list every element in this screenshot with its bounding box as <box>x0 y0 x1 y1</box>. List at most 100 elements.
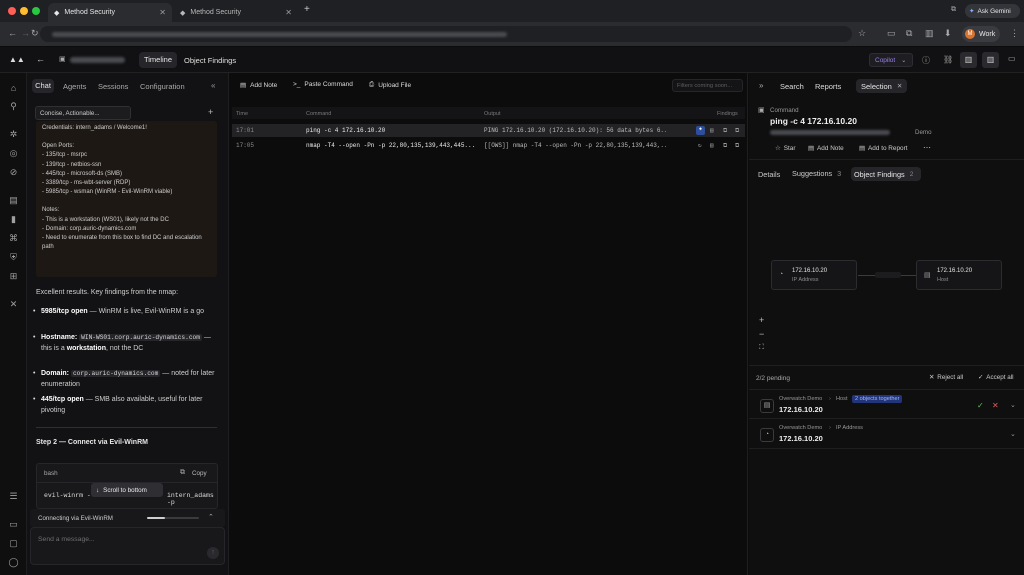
table-row[interactable]: 17:01 ping -c 4 172.16.10.20 PING 172.16… <box>232 124 745 137</box>
reload-icon[interactable]: ↻ <box>31 28 39 39</box>
graph-node-ip[interactable]: ◔ 172.16.10.20 IP Address <box>771 260 857 290</box>
collapse-icon[interactable]: « <box>211 81 215 90</box>
sidepanel-icon[interactable]: ▥ <box>925 28 934 39</box>
tab-sessions[interactable]: Sessions <box>98 82 128 91</box>
paste-command-button[interactable]: >_ Paste Command <box>293 81 353 88</box>
expand-icon[interactable]: » <box>759 81 763 90</box>
add-note-button[interactable]: ▤ Add Note <box>808 144 844 153</box>
tab-agents[interactable]: Agents <box>63 82 86 91</box>
document-icon[interactable]: ▤ <box>0 195 27 206</box>
shield-icon[interactable]: ⛨ <box>0 252 27 263</box>
address-bar[interactable]: ☆ <box>40 26 866 42</box>
chevron-down-icon[interactable]: ⌄ <box>1010 430 1016 438</box>
add-note-button[interactable]: ▤ Add Note <box>240 81 277 90</box>
copilot-select[interactable]: Copilot ⌄ <box>869 53 913 67</box>
cast-icon[interactable]: ▭ <box>887 28 896 39</box>
fit-view-icon[interactable]: ⛶ <box>759 344 764 352</box>
kebab-menu-icon[interactable]: ⋮ <box>1010 28 1019 39</box>
copy-icon[interactable]: ⧉ <box>723 127 727 135</box>
tools-icon[interactable]: ✕ <box>0 299 27 310</box>
tab-object-findings[interactable]: Object Findings 2 <box>851 167 921 181</box>
close-window-button[interactable] <box>8 7 16 15</box>
finding-badge-icon[interactable]: ◈ <box>696 126 705 135</box>
new-tab-button[interactable]: + <box>304 4 310 15</box>
message-input[interactable]: Send a message... <box>38 536 95 543</box>
star-bookmark-icon[interactable]: ☆ <box>858 28 866 39</box>
download-icon[interactable]: ⬇ <box>944 28 952 39</box>
chevron-down-icon[interactable]: ⌄ <box>1010 401 1016 409</box>
link-icon[interactable]: ⛓ <box>943 55 953 64</box>
target-icon[interactable]: ◎ <box>0 148 27 159</box>
add-to-report-button[interactable]: ▤ Add to Report <box>859 144 907 153</box>
pending-finding[interactable]: ▤ Overwatch Demo › Host 2 objects togeth… <box>749 389 1024 419</box>
back-icon[interactable]: ← <box>8 28 17 38</box>
building-icon[interactable]: ⌘ <box>0 233 27 244</box>
chart-icon[interactable]: ▮ <box>0 214 27 225</box>
note-icon[interactable]: ▤ <box>710 142 714 149</box>
reject-icon[interactable]: ✕ <box>992 401 999 410</box>
upload-file-button[interactable]: ⎙ Upload File <box>369 81 411 89</box>
tab-configuration[interactable]: Configuration <box>140 82 185 91</box>
tab-reports[interactable]: Reports <box>815 82 841 91</box>
tab-suggestions[interactable]: Suggestions 3 <box>792 169 841 178</box>
tab-selection[interactable]: Selection ✕ <box>856 79 907 93</box>
copy-icon[interactable]: ⧉ <box>723 142 727 150</box>
timeline-tab[interactable]: Timeline <box>139 52 177 68</box>
filters-input[interactable]: Filters coming soon... <box>672 79 743 92</box>
copy-icon[interactable]: ⧉ <box>180 469 185 477</box>
refresh-icon[interactable]: ↻ <box>698 142 702 149</box>
card-line: - 3389/tcp - ms-wbt-server (RDP) <box>42 180 131 187</box>
accept-icon[interactable]: ✓ <box>977 401 984 410</box>
chat-icon[interactable]: ▢ <box>0 538 27 549</box>
tab-search[interactable]: Search <box>780 82 804 91</box>
copy-button[interactable]: Copy <box>192 470 207 477</box>
object-findings-tab[interactable]: Object Findings <box>184 56 236 65</box>
star-button[interactable]: ☆ Star <box>775 144 795 153</box>
chevron-up-icon[interactable]: ⌃ <box>208 513 214 521</box>
close-tab-icon[interactable]: ✕ <box>159 8 166 17</box>
minimize-window-button[interactable] <box>20 7 28 15</box>
zoom-in-icon[interactable]: + <box>759 315 764 325</box>
send-icon[interactable]: ↑ <box>207 547 219 559</box>
tab-details[interactable]: Details <box>758 170 780 179</box>
browser-tab-1[interactable]: ◆ Method Security ✕ <box>48 3 172 22</box>
pending-finding[interactable]: ◔ Overwatch Demo › IP Address 172.16.10.… <box>749 419 1024 449</box>
extensions-icon[interactable]: ⧉ <box>951 6 956 14</box>
sliders-icon[interactable]: ☰ <box>0 491 27 502</box>
close-icon[interactable]: ✕ <box>897 82 902 90</box>
tab-chat[interactable]: Chat <box>32 79 54 93</box>
layout-right-icon[interactable]: ▥ <box>982 52 999 68</box>
more-icon[interactable]: ⧉ <box>735 127 739 135</box>
accept-all-button[interactable]: ✓ Accept all <box>978 374 1014 381</box>
response-style-select[interactable]: Concise, Actionable... <box>35 106 131 120</box>
maximize-window-button[interactable] <box>32 7 40 15</box>
zoom-out-icon[interactable]: − <box>759 329 764 339</box>
rocket-icon[interactable]: ⚲ <box>0 101 27 112</box>
reject-all-button[interactable]: ✕ Reject all <box>929 374 963 381</box>
gemini-button[interactable]: ✦ Ask Gemini <box>965 4 1020 18</box>
note-icon[interactable]: ▤ <box>710 127 714 134</box>
message-composer[interactable]: Send a message... ↑ <box>30 527 225 565</box>
table-row[interactable]: 17:05 nmap -T4 --open -Pn -p 22,80,135,1… <box>232 139 745 152</box>
profile-button[interactable]: M Work <box>962 26 1000 42</box>
monitor-icon[interactable]: ▭ <box>0 519 27 530</box>
compass-icon[interactable]: ⊘ <box>0 167 27 178</box>
more-icon[interactable]: ⧉ <box>735 142 739 150</box>
layout-full-icon[interactable]: ▭ <box>1008 54 1016 63</box>
browser-tab-2[interactable]: ◆ Method Security ✕ <box>174 3 298 22</box>
add-icon[interactable]: + <box>208 107 213 117</box>
user-icon[interactable]: ◯ <box>0 557 27 568</box>
grid-icon[interactable]: ⊞ <box>0 271 27 282</box>
graph-node-host[interactable]: ▤ 172.16.10.20 Host <box>916 260 1002 290</box>
back-arrow-icon[interactable]: ← <box>36 54 45 64</box>
findings-graph[interactable]: ◔ 172.16.10.20 IP Address ▤ 172.16.10.20… <box>749 185 1024 365</box>
bug-icon[interactable]: ✲ <box>0 129 27 140</box>
puzzle-icon[interactable]: ⧉ <box>906 28 912 39</box>
close-tab-icon[interactable]: ✕ <box>285 8 292 17</box>
more-icon[interactable]: ⋯ <box>923 143 931 152</box>
layout-left-icon[interactable]: ▥ <box>960 52 977 68</box>
scroll-to-bottom-button[interactable]: ↓ Scroll to bottom <box>91 483 163 497</box>
info-icon[interactable]: ⓘ <box>922 55 930 66</box>
home-icon[interactable]: ⌂ <box>0 83 27 93</box>
forward-icon[interactable]: → <box>21 28 30 38</box>
